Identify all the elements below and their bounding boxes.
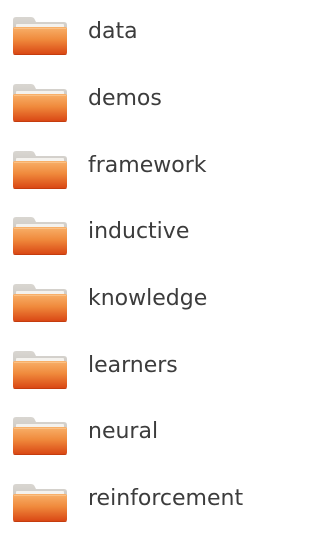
folder-item-demos[interactable]: demos <box>0 75 294 127</box>
folder-item-inductive[interactable]: inductive <box>0 208 294 260</box>
folder-label: data <box>88 19 138 44</box>
folder-item-framework[interactable]: framework <box>0 142 294 194</box>
folder-icon <box>11 350 69 390</box>
folder-label: demos <box>88 86 162 111</box>
folder-label: knowledge <box>88 286 208 311</box>
folder-icon <box>11 283 69 323</box>
folder-icon <box>11 416 69 456</box>
folder-label: reinforcement <box>88 486 244 511</box>
file-list: data demos framework inductive knowledge… <box>0 0 294 550</box>
folder-item-reinforcement[interactable]: reinforcement <box>0 475 294 527</box>
folder-label: inductive <box>88 219 190 244</box>
folder-label: neural <box>88 419 159 444</box>
folder-icon <box>11 150 69 190</box>
folder-label: framework <box>88 153 207 178</box>
folder-icon <box>11 216 69 256</box>
folder-item-knowledge[interactable]: knowledge <box>0 275 294 327</box>
folder-icon <box>11 483 69 523</box>
folder-icon <box>11 83 69 123</box>
folder-icon <box>11 16 69 56</box>
folder-item-data[interactable]: data <box>0 8 294 60</box>
folder-item-neural[interactable]: neural <box>0 408 294 460</box>
folder-label: learners <box>88 353 178 378</box>
folder-item-learners[interactable]: learners <box>0 342 294 394</box>
